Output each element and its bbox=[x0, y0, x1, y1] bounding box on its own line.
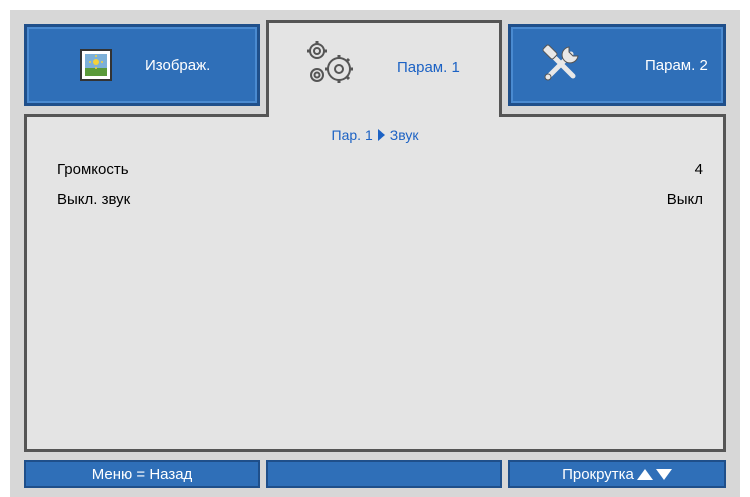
breadcrumb-arrow-icon bbox=[377, 129, 385, 141]
tab-settings-2[interactable]: Парам. 2 bbox=[508, 24, 726, 106]
setting-row-volume[interactable]: Громкость 4 bbox=[57, 159, 703, 179]
tab-image[interactable]: Изображ. bbox=[24, 24, 260, 106]
tab-image-label: Изображ. bbox=[145, 56, 211, 74]
setting-value: Выкл bbox=[666, 190, 703, 208]
footer-back-hint: Меню = Назад bbox=[24, 460, 260, 488]
breadcrumb-current: Звук bbox=[389, 127, 419, 143]
setting-label: Громкость bbox=[57, 160, 129, 178]
setting-row-mute[interactable]: Выкл. звук Выкл bbox=[57, 189, 703, 209]
content-panel: Пар. 1 Звук Громкость 4 Выкл. звук Выкл bbox=[24, 114, 726, 452]
tab-settings-2-label: Парам. 2 bbox=[645, 56, 708, 74]
tools-icon bbox=[539, 42, 583, 86]
breadcrumb-parent: Пар. 1 bbox=[331, 127, 373, 143]
gears-icon bbox=[303, 39, 359, 89]
footer-back-label: Меню = Назад bbox=[91, 465, 193, 483]
footer-scroll-label: Прокрутка bbox=[562, 465, 634, 483]
osd-menu: Изображ. Парам. 1 Парам. 2 Пар. 1 Звук Г… bbox=[10, 10, 740, 497]
breadcrumb: Пар. 1 Звук bbox=[27, 127, 723, 143]
arrow-down-icon bbox=[655, 468, 672, 480]
arrow-up-icon bbox=[636, 468, 653, 480]
setting-label: Выкл. звук bbox=[57, 190, 131, 208]
setting-value: 4 bbox=[694, 160, 703, 178]
footer-middle bbox=[266, 460, 502, 488]
tab-settings-1[interactable]: Парам. 1 bbox=[266, 20, 502, 117]
tab-settings-1-label: Парам. 1 bbox=[397, 59, 460, 76]
footer-scroll-hint: Прокрутка bbox=[508, 460, 726, 488]
picture-icon bbox=[79, 48, 113, 82]
